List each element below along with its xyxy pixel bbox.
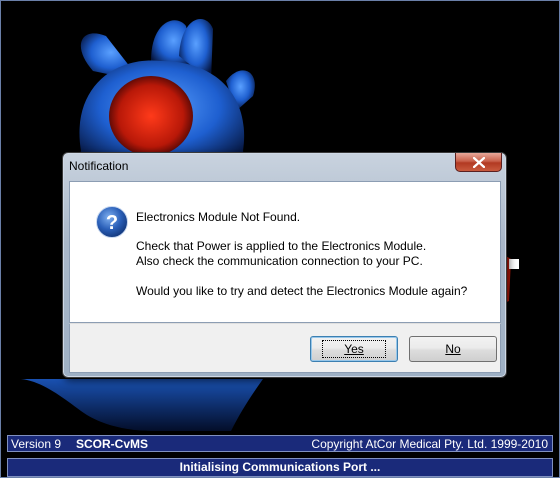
message-line-power: Check that Power is applied to the Elect… [136, 239, 427, 253]
message-line-question: Would you like to try and detect the Ele… [136, 284, 468, 298]
no-button[interactable]: No [409, 336, 497, 362]
dialog-footer: Yes No [69, 323, 501, 373]
no-button-label: No [445, 342, 461, 356]
product-label: SCOR-CvMS [76, 437, 149, 451]
progress-status-bar: Initialising Communications Port ... [7, 458, 553, 477]
yes-button[interactable]: Yes [310, 336, 398, 362]
close-button[interactable] [455, 153, 502, 172]
close-icon [472, 156, 485, 168]
yes-button-label: Yes [322, 340, 386, 358]
info-status-bar: Version 9 SCOR-CvMS Copyright AtCor Medi… [7, 435, 553, 452]
dialog-body: ? Electronics Module Not Found. Check th… [69, 181, 501, 323]
notification-dialog: Notification ? Electronics Module Not Fo… [62, 152, 507, 378]
status-message: Initialising Communications Port ... [179, 460, 381, 474]
question-icon: ? [96, 206, 128, 238]
app-window: Notification ? Electronics Module Not Fo… [0, 0, 560, 478]
message-title: Electronics Module Not Found. [136, 210, 301, 224]
version-label: Version 9 [11, 437, 62, 451]
dialog-title: Notification [69, 159, 129, 173]
copyright-label: Copyright AtCor Medical Pty. Ltd. 1999-2… [311, 437, 548, 451]
svg-text:?: ? [106, 212, 118, 234]
message-line-connection: Also check the communication connection … [136, 254, 423, 268]
